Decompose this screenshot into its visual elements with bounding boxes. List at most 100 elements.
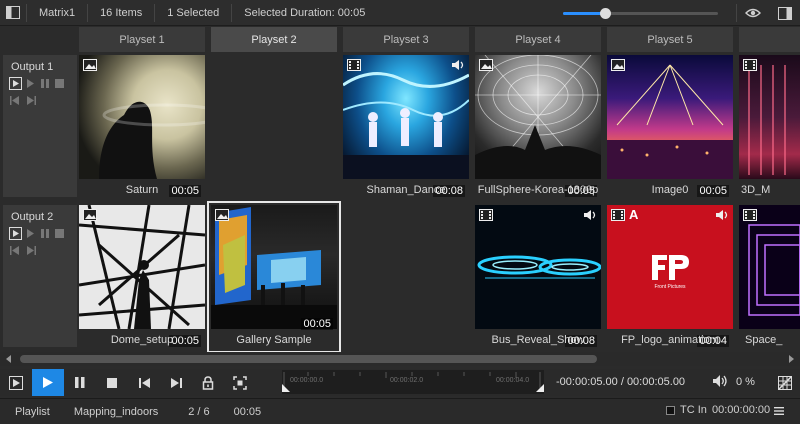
media-label: Bus_Reveal_Show	[491, 334, 585, 346]
next-button[interactable]	[160, 369, 192, 396]
timeline-tick-mid: 00:00:02.0	[390, 377, 424, 384]
play-icon[interactable]	[9, 77, 22, 90]
previous-icon[interactable]	[9, 95, 21, 106]
previous-icon[interactable]	[9, 245, 21, 256]
output-row-header-2: Output 2	[3, 205, 77, 347]
thumbnail	[739, 55, 800, 179]
play-icon	[43, 377, 53, 388]
tc-in-label: TC In	[680, 404, 707, 416]
media-cell-image0[interactable]: 00:05 Image0	[607, 55, 733, 200]
duration-display: 00:05	[233, 405, 262, 418]
media-label: Shaman_Dance	[366, 184, 446, 196]
tc-in-value: 00:00:00:00	[712, 404, 771, 416]
mode-label[interactable]: Playlist	[0, 406, 62, 418]
output-label: Output 2	[11, 211, 54, 223]
menu-icon[interactable]	[774, 406, 784, 416]
output-label: Output 1	[11, 61, 54, 73]
timeline-tick-start: 00:00:00.0	[290, 377, 324, 384]
playset-header-5[interactable]: Playset 5	[607, 27, 733, 52]
pause-icon	[75, 377, 85, 388]
playset-header-3[interactable]: Playset 3	[343, 27, 469, 52]
toggle-right-panel-icon[interactable]	[772, 0, 798, 26]
timeline-start-marker[interactable]	[282, 384, 290, 392]
pause-icon[interactable]	[40, 228, 50, 239]
media-cell-space[interactable]: Space_	[739, 205, 800, 350]
previous-button[interactable]	[128, 369, 160, 396]
play-button[interactable]	[32, 369, 64, 396]
top-toolbar: Matrix1 16 Items 1 Selected Selected Dur…	[0, 0, 800, 26]
items-count: 16 Items	[100, 6, 143, 19]
stop-button[interactable]	[96, 369, 128, 396]
pause-icon[interactable]	[40, 78, 50, 89]
fit-view-icon	[233, 375, 247, 390]
media-cell-saturn[interactable]: 00:05 Saturn	[79, 55, 205, 200]
fit-view-button[interactable]	[224, 369, 256, 396]
play-icon[interactable]	[9, 227, 22, 240]
image-type-icon	[83, 209, 97, 221]
media-cell-fp-logo-animation[interactable]: Front Pictures A 00:04 FP_logo_animatiom	[607, 205, 733, 350]
play-outline-button[interactable]	[0, 369, 32, 396]
media-label: Gallery Sample	[236, 334, 312, 346]
previous-icon	[138, 377, 150, 388]
selected-count: 1 Selected	[167, 6, 220, 19]
media-label: FP_logo_animatiom	[621, 334, 719, 346]
media-cell-dome-setup[interactable]: 00:05 Dome_setup	[79, 205, 205, 350]
scrollbar-thumb[interactable]	[20, 355, 597, 363]
play-next-icon[interactable]	[26, 78, 36, 89]
next-icon	[170, 377, 182, 388]
media-cell-gallery-sample[interactable]: 00:05 Gallery Sample	[207, 201, 341, 353]
media-cell-bus-reveal-show[interactable]: 00:08 Bus_Reveal_Show	[475, 205, 601, 350]
volume-icon	[713, 375, 727, 387]
toggle-sidebar-icon[interactable]	[0, 0, 26, 26]
volume-button[interactable]	[712, 374, 730, 390]
stop-icon[interactable]	[54, 78, 64, 89]
zoom-slider[interactable]	[563, 0, 723, 26]
playset-header-1[interactable]: Playset 1	[79, 27, 205, 52]
selected-duration: Selected Duration: 00:05	[244, 6, 366, 19]
playset-header-2[interactable]: Playset 2	[211, 27, 337, 52]
next-icon[interactable]	[25, 245, 37, 256]
thumbnail	[475, 205, 601, 329]
output-row-header-1: Output 1	[3, 55, 77, 197]
media-cell-empty[interactable]	[211, 55, 337, 200]
matrix-name[interactable]: Matrix1	[27, 7, 87, 19]
image-type-icon	[215, 209, 229, 221]
media-label: Space_	[745, 334, 783, 346]
project-name[interactable]: Mapping_indoors	[62, 406, 170, 418]
tc-in-checkbox[interactable]	[666, 406, 675, 415]
scroll-right-icon[interactable]	[787, 355, 795, 363]
eye-icon[interactable]	[740, 0, 766, 26]
horizontal-scrollbar[interactable]	[0, 352, 800, 366]
zoom-slider-knob[interactable]	[599, 8, 611, 19]
scroll-left-icon[interactable]	[5, 355, 13, 363]
video-type-icon	[479, 209, 493, 221]
video-type-icon	[743, 59, 757, 71]
image-type-icon	[479, 59, 493, 71]
thumbnail	[343, 55, 469, 179]
playset-header-4[interactable]: Playset 4	[475, 27, 601, 52]
pause-button[interactable]	[64, 369, 96, 396]
thumbnail: Front Pictures	[607, 205, 733, 329]
lock-icon	[202, 375, 214, 390]
play-next-icon[interactable]	[26, 228, 36, 239]
stop-icon[interactable]	[54, 228, 64, 239]
media-cell-fullsphere-korea[interactable]: 00:05 FullSphere-Korea-1800p	[475, 55, 601, 200]
next-icon[interactable]	[25, 95, 37, 106]
volume-level: 0 %	[736, 376, 755, 388]
divider	[736, 4, 737, 22]
grid-off-icon	[778, 376, 792, 390]
media-cell-empty[interactable]	[343, 205, 469, 350]
lock-button[interactable]	[192, 369, 224, 396]
stop-icon	[107, 377, 117, 388]
playlist-position: 2 / 6	[188, 405, 210, 418]
media-cell-shaman-dance[interactable]: 00:08 Shaman_Dance	[343, 55, 469, 200]
media-cell-3d-m[interactable]: 3D_M	[739, 55, 800, 200]
image-type-icon	[83, 59, 97, 71]
timeline-scrubber[interactable]: 00:00:00.0 00:00:02.0 00:00:04.0	[282, 370, 544, 394]
media-label: Image0	[651, 184, 689, 196]
grid-settings-button[interactable]	[770, 370, 800, 396]
media-label: Dome_setup	[110, 334, 174, 346]
a-badge: A	[629, 207, 639, 222]
timecode-display: -00:00:05.00 / 00:00:05.00	[556, 376, 686, 388]
playset-header-6[interactable]	[739, 27, 800, 52]
